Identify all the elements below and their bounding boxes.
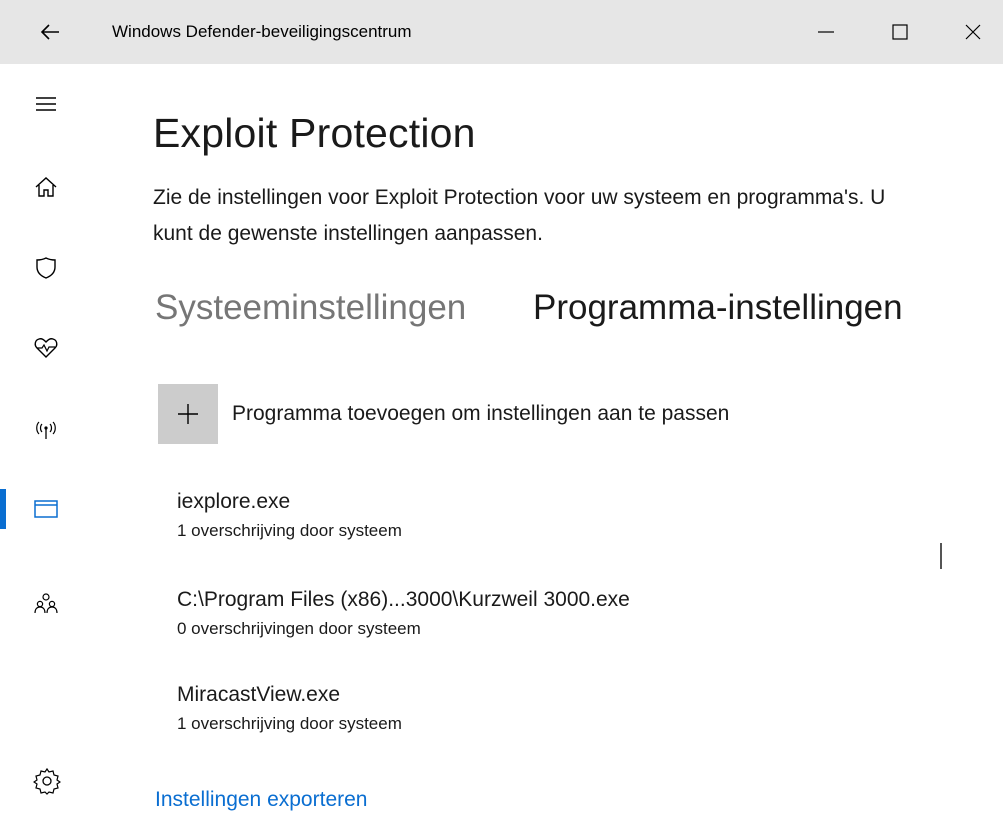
page-title: Exploit Protection: [153, 110, 476, 156]
add-program-button[interactable]: [158, 384, 218, 444]
program-list-item[interactable]: iexplore.exe 1 overschrijving door syste…: [177, 487, 877, 545]
maximize-button[interactable]: [871, 0, 929, 64]
app-browser-icon: [34, 500, 58, 518]
home-icon: [35, 177, 57, 197]
sidebar-item-home[interactable]: [0, 159, 100, 215]
sidebar-item-app-browser-control[interactable]: [0, 481, 100, 537]
program-overrides: 0 overschrijvingen door systeem: [177, 619, 421, 638]
program-name: C:\Program Files (x86)...3000\Kurzweil 3…: [177, 588, 630, 611]
window-title: Windows Defender-beveiligingscentrum: [112, 22, 412, 41]
close-icon: [965, 24, 981, 40]
export-settings-link[interactable]: Instellingen exporteren: [155, 788, 367, 812]
minimize-icon: [818, 31, 834, 33]
shield-icon: [36, 257, 56, 279]
heart-pulse-icon: [34, 338, 58, 358]
sidebar-nav: [0, 64, 100, 832]
family-icon: [34, 593, 58, 614]
sidebar-item-virus-protection[interactable]: [0, 240, 100, 296]
sidebar-item-family-options[interactable]: [0, 576, 100, 632]
minimize-button[interactable]: [797, 0, 855, 64]
maximize-icon: [892, 24, 908, 40]
sidebar-item-firewall-network[interactable]: [0, 402, 100, 458]
add-program-row[interactable]: Programma toevoegen om instellingen aan …: [158, 384, 729, 444]
program-name: iexplore.exe: [177, 490, 291, 513]
program-name: MiracastView.exe: [177, 683, 341, 706]
tab-program-settings[interactable]: Programma-instellingen: [533, 283, 903, 333]
close-button[interactable]: [944, 0, 1002, 64]
page-description: Zie de instellingen voor Exploit Protect…: [153, 186, 886, 245]
sidebar-item-device-health[interactable]: [0, 320, 100, 376]
defender-window: Windows Defender-beveiligingscentrum Exp…: [0, 0, 1003, 832]
title-bar: Windows Defender-beveiligingscentrum: [0, 0, 1003, 64]
scrollbar-thumb[interactable]: [940, 543, 942, 569]
program-list-item[interactable]: MiracastView.exe 1 overschrijving door s…: [177, 680, 877, 738]
program-overrides: 1 overschrijving door systeem: [177, 521, 402, 540]
program-list-item[interactable]: C:\Program Files (x86)...3000\Kurzweil 3…: [177, 585, 877, 643]
tab-system-settings[interactable]: Systeeminstellingen: [155, 283, 466, 333]
back-arrow-icon: [40, 24, 59, 40]
gear-icon[interactable]: [33, 767, 61, 795]
hamburger-menu-icon: [36, 97, 56, 111]
plus-icon: [178, 404, 198, 424]
back-button[interactable]: [0, 0, 100, 64]
hamburger-menu-button[interactable]: [0, 76, 100, 132]
wireless-antenna-icon: [36, 421, 56, 439]
program-overrides: 1 overschrijving door systeem: [177, 714, 402, 733]
add-program-label[interactable]: Programma toevoegen om instellingen aan …: [232, 402, 729, 426]
